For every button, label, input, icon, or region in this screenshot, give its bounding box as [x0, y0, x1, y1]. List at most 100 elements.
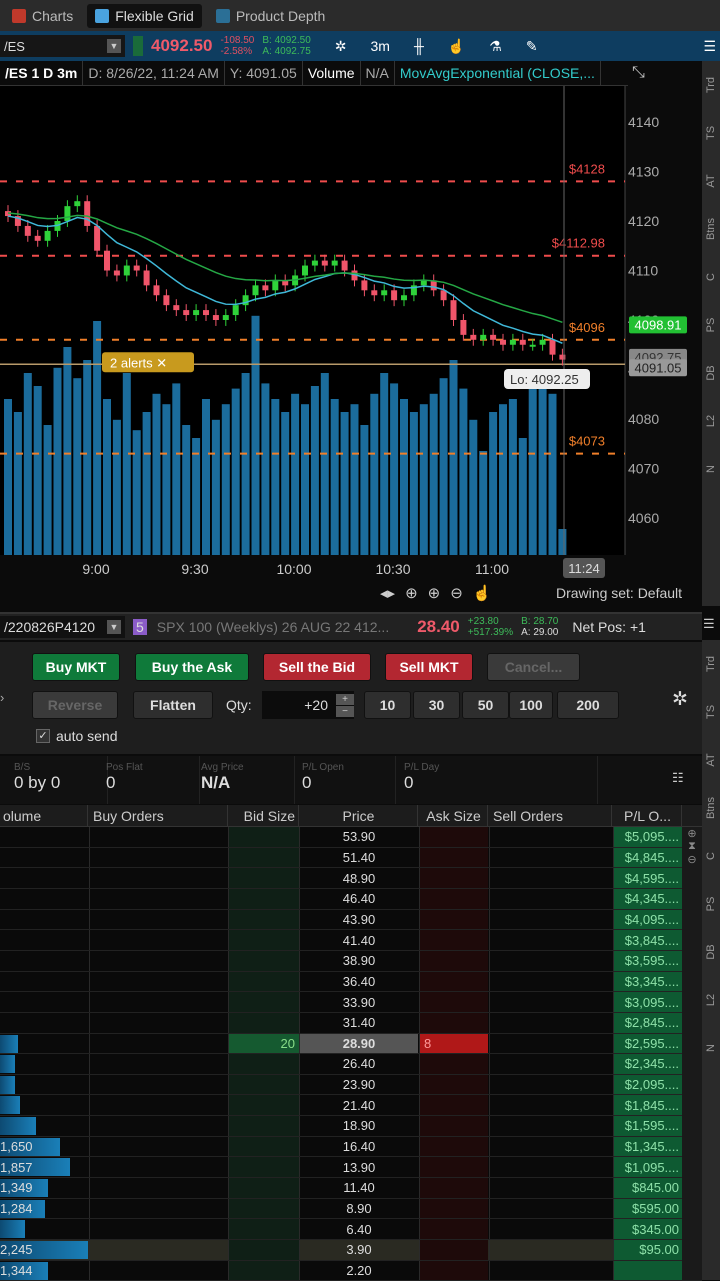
bid-size-cell[interactable] [229, 1260, 299, 1281]
table-row[interactable]: 1,284 8.90 $595.00 [0, 1198, 702, 1220]
ask-size-cell[interactable] [420, 992, 488, 1012]
bid-size-cell[interactable] [229, 992, 299, 1012]
pan-arrows-icon[interactable]: ◂▸ [380, 584, 395, 602]
price-cell[interactable]: 38.90 [300, 951, 418, 971]
table-row[interactable]: 51.40 $4,845.... [0, 847, 702, 869]
ask-size-cell[interactable] [420, 1240, 488, 1260]
table-row[interactable]: 21.40 $1,845.... [0, 1095, 702, 1117]
bid-size-cell[interactable] [229, 1240, 299, 1260]
price-cell[interactable]: 23.90 [300, 1075, 418, 1095]
list-icon[interactable]: ☷ [672, 770, 684, 786]
rail-tab[interactable]: C [687, 268, 720, 286]
reverse-button[interactable]: Reverse [32, 691, 118, 719]
drawing-icon[interactable]: ✎ [526, 38, 538, 55]
rail-tab[interactable]: PS [687, 895, 720, 913]
column-header[interactable]: olume [0, 805, 88, 826]
table-row[interactable]: 33.90 $3,095.... [0, 992, 702, 1013]
ask-size-cell[interactable] [420, 1095, 488, 1116]
alerts-label[interactable]: 2 alerts ✕ [110, 355, 167, 370]
link-icon[interactable] [133, 36, 143, 56]
bid-size-cell[interactable] [229, 1095, 299, 1116]
flask-icon[interactable]: ⚗ [489, 38, 502, 55]
buy-the-ask-button[interactable]: Buy the Ask [135, 653, 249, 681]
expand-arrow-icon[interactable]: › [0, 690, 4, 705]
rail-tab[interactable]: AT [687, 172, 720, 190]
bid-size-cell[interactable] [229, 1157, 299, 1178]
rail-tab[interactable]: TS [687, 124, 720, 142]
ask-size-cell[interactable] [420, 1136, 488, 1157]
bid-size-cell[interactable] [229, 1074, 299, 1095]
qty-stepper[interactable]: +20 + − [262, 691, 354, 719]
price-cell[interactable]: 3.90 [300, 1240, 418, 1260]
price-cell[interactable]: 26.40 [300, 1054, 418, 1074]
menu-icon[interactable]: ☰ [703, 38, 716, 55]
bid-size-cell[interactable] [229, 868, 299, 888]
bid-size-cell[interactable] [229, 1178, 299, 1198]
table-row[interactable]: 41.40 $3,845.... [0, 930, 702, 951]
rail-tab[interactable]: TS [687, 703, 720, 721]
price-cell[interactable]: 11.40 [300, 1178, 418, 1198]
link-group-badge[interactable]: 5 [133, 619, 147, 635]
column-header[interactable]: Ask Size [420, 805, 488, 826]
bid-size-cell[interactable] [229, 930, 299, 950]
price-cell[interactable]: 21.40 [300, 1095, 418, 1115]
tab-charts[interactable]: Charts [4, 4, 81, 28]
table-row[interactable]: 38.90 $3,595.... [0, 950, 702, 972]
price-cell[interactable]: 2.20 [300, 1261, 418, 1281]
table-row[interactable]: 43.90 $4,095.... [0, 909, 702, 931]
price-cell[interactable]: 18.90 [300, 1116, 418, 1136]
column-header[interactable]: P/L O... [614, 805, 682, 826]
symbol-selector[interactable]: /ES ▼ [0, 35, 125, 57]
rail-tab[interactable]: N [687, 1039, 720, 1057]
price-cell[interactable]: 28.90 [300, 1033, 418, 1054]
price-cell[interactable]: 13.90 [300, 1157, 418, 1177]
qty-preset-button[interactable]: 50 [462, 691, 509, 719]
price-chart[interactable]: 4060407040804090410041104120413041409:00… [0, 86, 702, 606]
ask-size-cell[interactable] [420, 971, 488, 992]
sell-the-bid-button[interactable]: Sell the Bid [263, 653, 371, 681]
price-cell[interactable]: 6.40 [300, 1219, 418, 1239]
price-cell[interactable]: 48.90 [300, 868, 418, 888]
table-row[interactable]: 23.90 $2,095.... [0, 1074, 702, 1096]
flatten-button[interactable]: Flatten [133, 691, 213, 719]
crosshair-icon[interactable]: ⊕ [405, 584, 418, 602]
bid-size-cell[interactable] [229, 1136, 299, 1157]
study-label[interactable]: MovAvgExponential (CLOSE,... [395, 61, 601, 85]
zoom-out-icon[interactable]: ⊖ [450, 584, 463, 602]
tab-flexible-grid[interactable]: Flexible Grid [87, 3, 202, 28]
price-cell[interactable]: 53.90 [300, 827, 418, 847]
zoom-in-icon[interactable]: ⊕ [428, 584, 441, 602]
gear-icon[interactable]: ✲ [672, 688, 688, 711]
table-row[interactable]: 46.40 $4,345.... [0, 888, 702, 910]
table-row[interactable]: 1,650 16.40 $1,345.... [0, 1136, 702, 1158]
rail-tab[interactable]: Btns [687, 218, 720, 240]
price-cell[interactable]: 51.40 [300, 848, 418, 868]
zoom-in-icon[interactable]: ⊕ [682, 827, 702, 840]
bid-size-cell[interactable] [229, 950, 299, 971]
column-header[interactable]: Buy Orders [90, 805, 228, 826]
bid-size-cell[interactable] [229, 909, 299, 930]
ask-size-cell[interactable] [420, 1012, 488, 1033]
hand-icon[interactable]: ☝ [473, 584, 492, 602]
ask-size-cell[interactable] [420, 888, 488, 909]
price-cell[interactable]: 33.90 [300, 992, 418, 1012]
ask-size-cell[interactable] [420, 1074, 488, 1095]
table-row[interactable]: 20 28.90 8 $2,595.... [0, 1033, 702, 1055]
price-cell[interactable]: 36.40 [300, 972, 418, 992]
ask-size-cell[interactable] [420, 847, 488, 868]
cancel-button[interactable]: Cancel... [487, 653, 580, 681]
table-row[interactable]: 36.40 $3,345.... [0, 971, 702, 993]
ask-size-cell[interactable] [420, 827, 488, 847]
hand-icon[interactable]: ☝ [448, 38, 465, 55]
ask-size-cell[interactable] [420, 1054, 488, 1074]
option-symbol-selector[interactable]: /220826P4120 ▼ [0, 616, 125, 638]
ask-size-cell[interactable]: 8 [420, 1033, 488, 1054]
auto-send-checkbox[interactable]: ✓ auto send [36, 728, 118, 744]
qty-preset-button[interactable]: 10 [364, 691, 411, 719]
timeframe-button[interactable]: 3m [370, 38, 389, 54]
minus-icon[interactable]: − [336, 705, 354, 717]
price-cell[interactable]: 43.90 [300, 910, 418, 930]
rail-tab[interactable]: AT [687, 751, 720, 769]
table-row[interactable]: 48.90 $4,595.... [0, 868, 702, 889]
ask-size-cell[interactable] [420, 1116, 488, 1136]
